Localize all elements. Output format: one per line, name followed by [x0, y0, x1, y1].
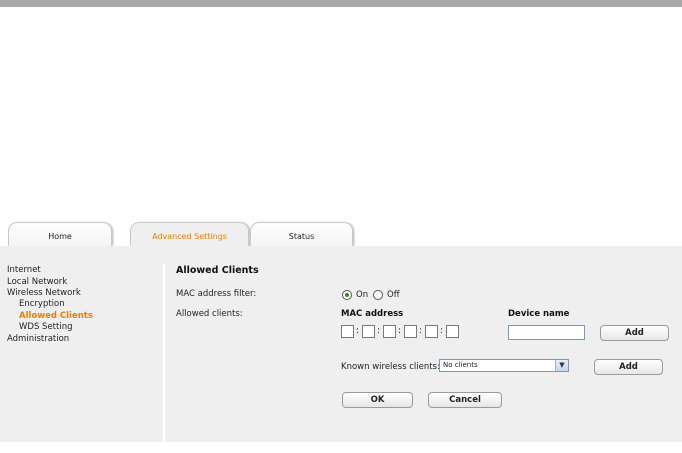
mac-separator: :	[377, 326, 381, 336]
sidebar-item-administration[interactable]: Administration	[7, 334, 69, 344]
ok-button[interactable]: OK	[342, 392, 413, 408]
add-known-client-button[interactable]: Add	[594, 359, 663, 375]
mac-filter-on-label: On	[356, 290, 369, 300]
chevron-down-icon[interactable]: ▼	[555, 360, 568, 371]
sidebar-item-internet[interactable]: Internet	[7, 265, 41, 275]
mac-octet-6-input[interactable]	[446, 325, 459, 338]
mac-filter-off-label: Off	[387, 290, 400, 300]
mac-filter-label: MAC address filter:	[176, 289, 257, 299]
known-clients-label: Known wireless clients:	[341, 362, 440, 372]
sidebar-item-local-network[interactable]: Local Network	[7, 277, 67, 287]
mac-octet-1-input[interactable]	[341, 325, 354, 338]
content-panel	[0, 246, 682, 442]
sidebar-item-encryption[interactable]: Encryption	[19, 299, 65, 309]
tab-advanced-settings[interactable]: Advanced Settings	[130, 222, 249, 248]
cancel-button[interactable]: Cancel	[428, 392, 502, 408]
mac-address-header: MAC address	[341, 309, 404, 319]
mac-octet-3-input[interactable]	[383, 325, 396, 338]
mac-octet-4-input[interactable]	[404, 325, 417, 338]
known-clients-selected-value: No clients	[443, 361, 478, 369]
mac-octet-2-input[interactable]	[362, 325, 375, 338]
mac-separator: :	[440, 326, 444, 336]
allowed-clients-label: Allowed clients:	[176, 309, 243, 319]
device-name-input[interactable]	[508, 325, 585, 340]
sidebar-divider	[163, 264, 165, 442]
device-name-header: Device name	[508, 309, 570, 319]
add-client-button[interactable]: Add	[600, 325, 669, 341]
known-clients-select[interactable]: No clients ▼	[439, 359, 569, 372]
mac-separator: :	[356, 326, 360, 336]
page-title: Allowed Clients	[176, 265, 259, 276]
mac-octet-5-input[interactable]	[425, 325, 438, 338]
sidebar-item-allowed-clients[interactable]: Allowed Clients	[19, 311, 93, 321]
tab-home[interactable]: Home	[8, 222, 112, 247]
mac-separator: :	[398, 326, 402, 336]
radio-selected-dot	[345, 293, 349, 297]
mac-filter-off-radio[interactable]	[373, 290, 383, 300]
mac-filter-on-radio[interactable]	[342, 290, 352, 300]
tab-status[interactable]: Status	[250, 222, 353, 247]
top-bar	[0, 0, 682, 7]
mac-separator: :	[419, 326, 423, 336]
sidebar-item-wds-setting[interactable]: WDS Setting	[19, 322, 72, 332]
sidebar-item-wireless-network[interactable]: Wireless Network	[7, 288, 81, 298]
